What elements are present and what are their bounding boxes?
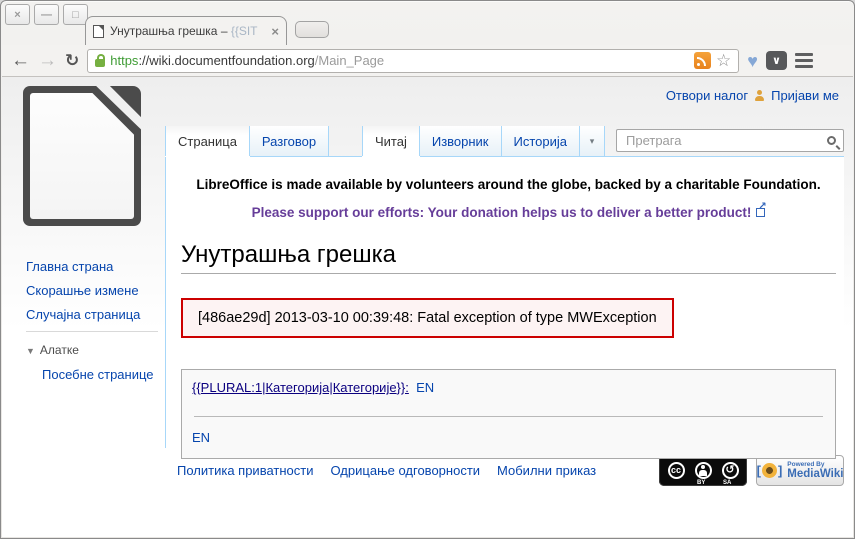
cc-by-person-icon — [695, 462, 712, 479]
reload-icon[interactable]: ↻ — [65, 51, 79, 71]
mediawiki-flower-icon: [] — [757, 463, 783, 478]
category-row: {{PLURAL:1|Категорија|Категорије}}: EN — [192, 380, 825, 395]
category-divider — [194, 416, 823, 417]
sidebar-tools-section[interactable]: ▼ Алатке Посебне странице — [26, 331, 158, 382]
sitenotice-line2[interactable]: Please support our efforts: Your donatio… — [181, 205, 836, 220]
error-box: [486ae29d] 2013-03-10 00:39:48: Fatal ex… — [181, 298, 674, 338]
chevron-down-icon: ▾ — [590, 136, 595, 147]
window-minimize-icon[interactable]: — — [34, 4, 59, 25]
sidebar-item-special-pages[interactable]: Посебне странице — [42, 367, 158, 382]
category-links-box: {{PLURAL:1|Категорија|Категорије}}: EN E… — [181, 369, 836, 459]
sitenotice-line1: LibreOffice is made available by volunte… — [181, 177, 836, 192]
sidebar-item-random-page[interactable]: Случајна страница — [26, 307, 158, 322]
window-close-icon[interactable]: × — [5, 4, 30, 25]
new-tab-button[interactable] — [295, 21, 329, 38]
pocket-extension-icon[interactable]: ∨ — [766, 51, 787, 70]
tab-history[interactable]: Историја — [502, 126, 581, 156]
search-input[interactable] — [624, 132, 827, 149]
browser-window: × — □ Унутрашња грешка – {{SIT × ← → ↻ h… — [0, 0, 855, 539]
personal-bar: Отвори налог Пријави ме — [666, 88, 839, 103]
cc-icon: cc — [668, 462, 685, 479]
menu-icon[interactable] — [795, 51, 813, 70]
page-viewport: Отвори налог Пријави ме Главна страна Ск… — [2, 77, 853, 537]
browser-toolbar: ← → ↻ https://wiki.documentfoundation.or… — [2, 45, 853, 77]
external-link-icon: ↗ — [756, 208, 765, 217]
forward-icon: → — [38, 51, 57, 70]
disclaimers-link[interactable]: Одрицање одговорности — [330, 463, 480, 478]
category-row-2: EN — [192, 430, 825, 445]
sidebar-item-main-page[interactable]: Главна страна — [26, 259, 158, 274]
category-en-link-2[interactable]: EN — [192, 430, 210, 445]
search-icon[interactable] — [827, 136, 836, 145]
heart-clip-extension-icon[interactable]: ♥ — [747, 52, 758, 70]
url-text: https://wiki.documentfoundation.org/Main… — [110, 53, 689, 68]
collapse-arrow-icon: ▼ — [26, 346, 35, 356]
rss-icon[interactable] — [694, 52, 711, 69]
category-en-link[interactable]: EN — [416, 380, 434, 395]
sidebar-item-recent-changes[interactable]: Скорашње измене — [26, 283, 158, 298]
tools-label: Алатке — [40, 343, 79, 357]
footer-badges: cc ↺ BY SA [] Powered By MediaWiki — [659, 455, 844, 486]
browser-tab-title: Унутрашња грешка – {{SIT — [110, 24, 265, 38]
page-title: Унутрашња грешка — [181, 241, 836, 274]
cc-sa-label: SA — [723, 480, 731, 486]
sidebar: Главна страна Скорашње измене Случајна с… — [26, 259, 158, 391]
wiki-header: Страница Разговор Читај Изворник Историј… — [165, 126, 844, 156]
tab-view-source[interactable]: Изворник — [420, 126, 502, 156]
privacy-policy-link[interactable]: Политика приватности — [177, 463, 313, 478]
mediawiki-badge[interactable]: [] Powered By MediaWiki — [756, 455, 844, 486]
cc-by-label: BY — [697, 480, 705, 486]
cc-by-sa-badge[interactable]: cc ↺ BY SA — [659, 455, 747, 486]
mobile-view-link[interactable]: Мобилни приказ — [497, 463, 596, 478]
tab-page[interactable]: Страница — [165, 126, 250, 156]
tab-discussion[interactable]: Разговор — [250, 126, 329, 156]
address-bar[interactable]: https://wiki.documentfoundation.org/Main… — [87, 49, 739, 73]
window-controls: × — □ — [5, 4, 88, 25]
categories-label-link[interactable]: {{PLURAL:1|Категорија|Категорије}}: — [192, 380, 409, 395]
wiki-content: LibreOffice is made available by volunte… — [165, 156, 844, 448]
login-link[interactable]: Пријави ме — [771, 88, 839, 103]
browser-tab[interactable]: Унутрашња грешка – {{SIT × — [85, 16, 287, 45]
powered-by-label: Powered By — [787, 461, 843, 468]
libreoffice-logo[interactable] — [23, 86, 141, 226]
tab-read[interactable]: Читај — [362, 126, 420, 156]
more-actions-dropdown[interactable]: ▾ — [580, 126, 605, 156]
create-account-link[interactable]: Отвори налог — [666, 88, 748, 103]
screen: × — □ Унутрашња грешка – {{SIT × ← → ↻ h… — [0, 0, 855, 539]
bookmark-star-icon[interactable]: ☆ — [716, 52, 731, 69]
user-icon — [754, 90, 765, 101]
cc-sa-icon: ↺ — [722, 462, 739, 479]
wiki-footer: Политика приватности Одрицање одговорнос… — [165, 455, 844, 499]
page-favicon-icon — [93, 25, 104, 38]
tab-close-icon[interactable]: × — [271, 25, 279, 38]
back-icon[interactable]: ← — [11, 51, 30, 70]
search-box — [616, 129, 844, 152]
mediawiki-label: MediaWiki — [787, 468, 843, 481]
padlock-icon — [95, 59, 105, 67]
